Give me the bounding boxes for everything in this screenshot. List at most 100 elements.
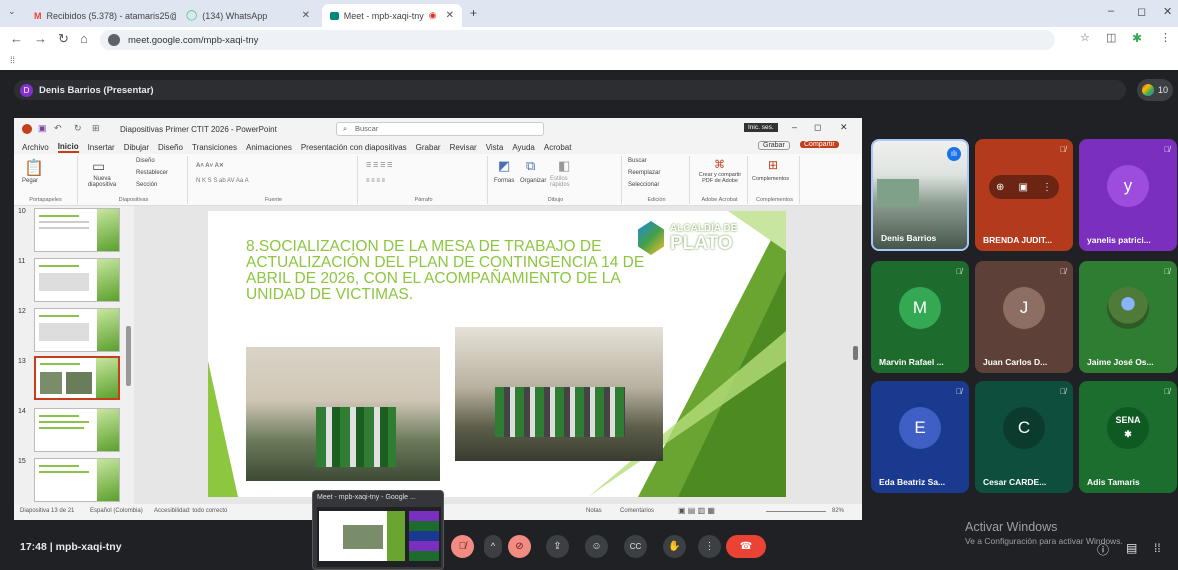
record-button[interactable]: Grabar (758, 141, 790, 150)
quick-styles-icon[interactable]: ◧ (558, 158, 570, 174)
slide-thumbnail[interactable] (34, 308, 120, 352)
view-buttons[interactable]: ▣ ▤ ▥ ▦ (678, 506, 715, 515)
chat-icon[interactable]: ▤ (1126, 541, 1137, 555)
slide-thumbnail[interactable] (34, 258, 120, 302)
arrange-icon[interactable]: ⧉ (526, 158, 535, 174)
paste-icon[interactable]: 📋 (24, 158, 44, 178)
mic-off-button[interactable]: 🎙̸ (451, 535, 474, 558)
participant-tile[interactable]: 🎙̸ Jaime José Os... (1079, 261, 1177, 373)
find-button[interactable]: Buscar (628, 158, 647, 164)
participant-tile[interactable]: 🎙̸ E Eda Beatriz Sa... (871, 381, 969, 493)
menu-dibujar[interactable]: Dibujar (124, 143, 149, 152)
zoom-slider[interactable] (766, 511, 826, 512)
sign-in-button[interactable]: Inic. ses. (744, 123, 778, 132)
menu-acrobat[interactable]: Acrobat (544, 143, 572, 152)
language-indicator[interactable]: Español (Colombia) (90, 508, 143, 514)
pin-icon[interactable]: ⊕ (996, 182, 1004, 193)
participant-tile[interactable]: 🎙̸ C Cesar CARDE... (975, 381, 1073, 493)
sidebar-icon[interactable]: ◫ (1106, 31, 1116, 44)
save-icon[interactable]: ▣ (38, 123, 47, 134)
menu-diseno[interactable]: Diseño (158, 143, 183, 152)
reload-icon[interactable]: ↻ (58, 31, 69, 47)
close-icon[interactable]: ✕ (446, 10, 454, 21)
adobe-pdf-icon[interactable]: ⌘ (714, 158, 725, 171)
list-tools[interactable]: ☰ ☰ ☰ ☰ (366, 162, 393, 169)
tab-gmail[interactable]: M Recibidos (5.378) - atamaris25@ ✕ (26, 4, 176, 27)
participant-tile[interactable]: 🎙̸ J Juan Carlos D... (975, 261, 1073, 373)
menu-icon[interactable]: ⋮ (1160, 31, 1171, 44)
captions-button[interactable]: CC (624, 535, 647, 558)
replace-button[interactable]: Reemplazar (628, 170, 660, 176)
leave-call-button[interactable]: ☎ (726, 535, 766, 558)
camera-options-chevron[interactable]: ^ (484, 535, 502, 558)
slide-thumbnail[interactable] (34, 208, 120, 252)
thumbnails-scrollbar[interactable] (126, 326, 131, 386)
align-tools[interactable]: ≡ ≡ ≡ ≡ (366, 178, 385, 184)
comments-button[interactable]: Comentarios (620, 508, 654, 514)
menu-insertar[interactable]: Insertar (88, 143, 115, 152)
new-tab-button[interactable]: + (470, 6, 477, 20)
select-button[interactable]: Seleccionar (628, 182, 659, 188)
camera-off-button[interactable]: ⊘ (508, 535, 531, 558)
close-icon[interactable]: ✕ (302, 10, 310, 21)
participants-button[interactable]: 10 (1137, 79, 1173, 101)
participant-tile[interactable]: 🎙̸ SENA ✱ Adis Tamaris (1079, 381, 1177, 493)
emoji-button[interactable]: ☺ (585, 535, 608, 558)
ppt-maximize-icon[interactable]: ◻ (814, 122, 821, 133)
section-button[interactable]: Sección (136, 182, 157, 188)
undo-icon[interactable]: ↶ (54, 123, 62, 134)
participant-tile[interactable]: 🎙̸ ⊕ ▣ ⋮ BRENDA JUDIT... (975, 139, 1073, 251)
menu-vista[interactable]: Vista (486, 143, 504, 152)
notes-button[interactable]: Notas (586, 508, 602, 514)
tab-whatsapp[interactable]: ◯ (134) WhatsApp ✕ (178, 4, 318, 27)
menu-animaciones[interactable]: Animaciones (246, 143, 292, 152)
slide-thumbnail[interactable] (34, 408, 120, 452)
addins-icon[interactable]: ⊞ (768, 158, 778, 172)
participant-tile[interactable]: 🎙̸ y yanelis patrici... (1079, 139, 1177, 251)
layout-button[interactable]: Diseño (136, 158, 155, 164)
font-format-tools[interactable]: N K S S ab AV Aa A (196, 178, 249, 184)
more-options-button[interactable]: ⋮ (698, 535, 721, 558)
back-icon[interactable]: ← (10, 31, 23, 46)
raise-hand-button[interactable]: ✋ (663, 535, 686, 558)
zoom-level[interactable]: 82% (832, 508, 844, 514)
bookmark-star-icon[interactable]: ☆ (1080, 31, 1090, 44)
activities-icon[interactable]: ⁞⁞ (1154, 541, 1161, 555)
taskbar-preview-popup[interactable]: Meet - mpb-xaqi-tny - Google ... (312, 490, 444, 570)
redo-icon[interactable]: ↻ (74, 123, 82, 134)
reset-button[interactable]: Restablecer (136, 170, 168, 176)
minimize-button[interactable]: – (1108, 5, 1114, 17)
tab-meet[interactable]: Meet - mpb-xaqi-tny ◉ ✕ (322, 4, 462, 27)
ppt-close-icon[interactable]: ✕ (840, 122, 848, 133)
participant-tile[interactable]: 🎙̸ M Marvin Rafael ... (871, 261, 969, 373)
apps-icon[interactable]: ⁞⁞ (10, 55, 15, 65)
menu-revisar[interactable]: Revisar (450, 143, 477, 152)
tile-hover-controls[interactable]: ⊕ ▣ ⋮ (989, 175, 1059, 199)
menu-inicio[interactable]: Inicio (57, 142, 79, 153)
slide-thumbnail-selected[interactable] (34, 356, 120, 400)
url-field[interactable]: meet.google.com/mpb-xaqi-tny (100, 30, 1055, 50)
participant-tile[interactable]: ılı Denis Barrios (871, 139, 969, 251)
menu-presentacion[interactable]: Presentación con diapositivas (301, 143, 407, 152)
more-icon[interactable]: ⋮ (1042, 182, 1052, 193)
menu-grabar[interactable]: Grabar (416, 143, 441, 152)
maximize-button[interactable]: ◻ (1137, 5, 1146, 18)
quick-access-icon[interactable]: ⊞ (92, 123, 100, 134)
menu-archivo[interactable]: Archivo (22, 143, 49, 152)
new-slide-icon[interactable]: ▭ (92, 158, 105, 175)
home-icon[interactable]: ⌂ (80, 31, 88, 46)
tab-search-icon[interactable]: ⌄ (8, 6, 16, 17)
forward-icon[interactable]: → (34, 31, 47, 46)
font-tools[interactable]: A˄ A˅ A✕ (196, 162, 224, 169)
slide-scrollbar[interactable] (853, 346, 858, 360)
shapes-icon[interactable]: ◩ (498, 158, 510, 174)
slide-thumbnail[interactable] (34, 458, 120, 502)
extension-icon[interactable]: ✱ (1132, 31, 1142, 45)
accessibility-status[interactable]: Accesibilidad: todo correcto (154, 508, 227, 514)
ppt-search-box[interactable]: ⌕ Buscar (336, 122, 544, 136)
menu-ayuda[interactable]: Ayuda (512, 143, 535, 152)
share-button[interactable]: Compartir (800, 141, 839, 148)
window-close-button[interactable]: ✕ (1163, 5, 1172, 18)
ppt-minimize-icon[interactable]: – (792, 122, 797, 132)
site-info-icon[interactable] (108, 34, 120, 46)
